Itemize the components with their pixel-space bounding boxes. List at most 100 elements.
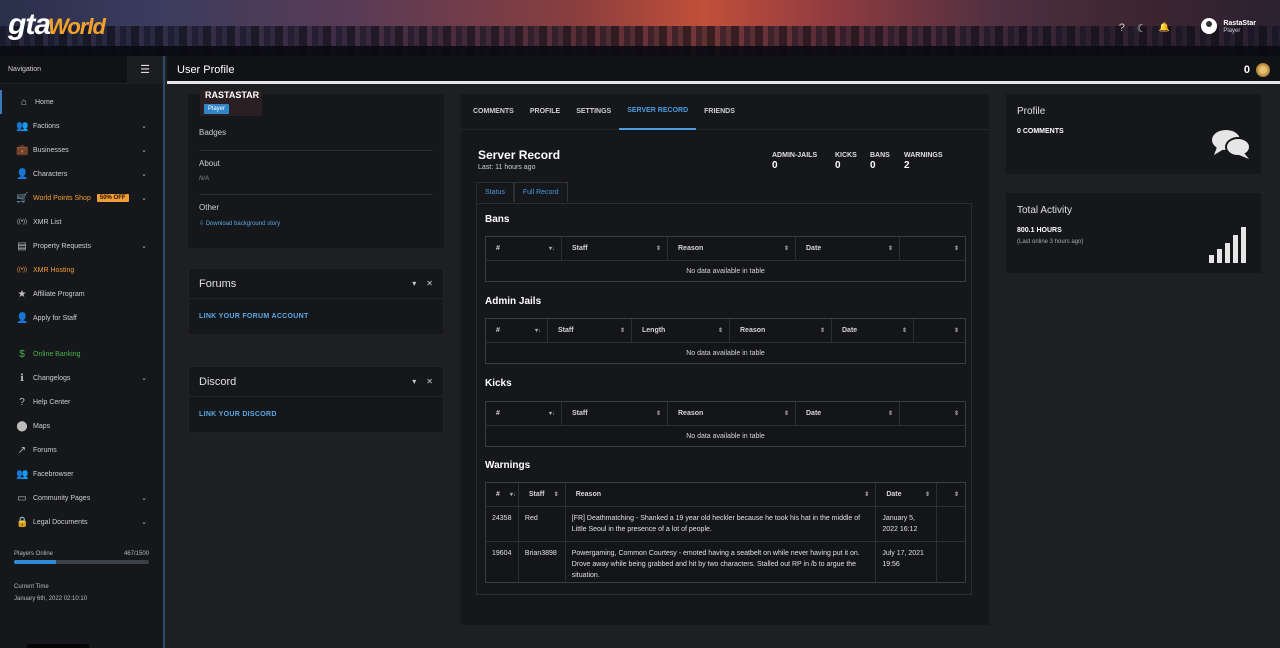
collapse-icon[interactable]: ▾ [412,279,416,288]
players-bar-fill [14,560,56,564]
download-link[interactable]: ⇩ Download background story [199,220,280,227]
tab-settings[interactable]: SETTINGS [568,94,619,130]
sidebar-item-factions[interactable]: 👥 Factions ⌄ [0,114,163,138]
chevron-down-icon: ⌄ [141,195,147,202]
download-icon: ⇩ [199,221,206,227]
sidebar-item-xmr-list[interactable]: ((•)) XMR List [0,210,163,234]
sidebar-item-home[interactable]: ⌂ Home [0,90,163,114]
col-id[interactable]: # ▾↓ [486,319,548,342]
subtab-status[interactable]: Status [476,182,514,202]
col-date[interactable]: Date ⇕ [876,483,938,506]
sidebar-item-changelogs[interactable]: ℹ Changelogs ⌄ [0,366,163,390]
col-reason[interactable]: Reason ⇕ [730,319,832,342]
role-badge: Player [204,104,230,114]
empty-row: No data available in table [686,349,765,357]
server-record-last: Last: 11 hours ago [478,164,536,171]
sidebar-item-forums[interactable]: ↗ Forums [0,438,163,462]
tab-comments[interactable]: COMMENTS [465,94,522,130]
site-logo[interactable]: gtaWorld [8,8,106,42]
col-id[interactable]: # ▾↓ [486,402,562,425]
user-name: RastaStar [1223,19,1256,27]
widget-title: Forums [199,277,237,290]
sidebar-item-maps[interactable]: ⬤ Maps [0,414,163,438]
col-extra[interactable]: ⇕ [914,319,965,342]
sidebar-item-label: Community Pages [33,494,91,502]
col-extra[interactable]: ⇕ [900,402,965,425]
col-staff[interactable]: Staff ⇕ [562,237,668,260]
subtab-full-record[interactable]: Full Record [513,182,568,202]
col-extra[interactable]: ⇕ [900,237,965,260]
col-id[interactable]: # ▾↓ [486,237,562,260]
nav-icon: ((•)) [16,219,28,225]
moon-icon[interactable]: ☾ [1137,22,1147,35]
nav-icon: 🛒 [16,192,29,204]
sidebar-item-online-banking[interactable]: $ Online Banking [0,342,163,366]
page-title: User Profile [177,64,235,76]
col-staff[interactable]: Staff ⇕ [519,483,566,506]
sidebar-item-xmr-hosting[interactable]: ((•)) XMR Hosting [0,258,163,282]
hamburger-icon[interactable]: ☰ [127,55,163,84]
medal-icon [1256,63,1270,77]
points-value: 0 [1243,64,1250,76]
full-record-panel: Bans # ▾↓ Staff ⇕ Reason ⇕ Date ⇕ ⇕ No data … [476,203,972,595]
stat-value: 2 [904,160,910,171]
sidebar-item-world-points-shop[interactable]: 🛒 World Points Shop 50% OFF ⌄ [0,186,163,210]
sidebar-item-help-center[interactable]: ? Help Center [0,390,163,414]
col-length[interactable]: Length ⇕ [632,319,730,342]
page-bar: User Profile 0 [167,56,1280,84]
server-record-title: Server Record [478,148,561,162]
user-menu[interactable]: RastaStar Player [1201,18,1256,34]
nav-header: Navigation ☰ [0,55,163,84]
sidebar-item-property-requests[interactable]: ▤ Property Requests ⌄ [0,234,163,258]
close-icon[interactable]: ✕ [426,279,433,288]
chevron-down-icon: ⌄ [141,147,147,154]
col-date[interactable]: Date ⇕ [796,402,900,425]
sidebar-item-community-pages[interactable]: ▭ Community Pages ⌄ [0,486,163,510]
sidebar-item-businesses[interactable]: 💼 Businesses ⌄ [0,138,163,162]
sidebar-item-label: Home [35,98,54,106]
tab-server-record[interactable]: SERVER RECORD [619,94,697,130]
link-forum-button[interactable]: LINK YOUR FORUM ACCOUNT [189,299,443,334]
kicks-table: # ▾↓ Staff ⇕ Reason ⇕ Date ⇕ ⇕ No data avail… [485,401,966,447]
cell-date: January 5, 2022 16:12 [876,507,938,541]
col-staff[interactable]: Staff ⇕ [548,319,632,342]
tab-profile[interactable]: PROFILE [522,94,568,130]
nav-icon: ((•)) [16,267,28,273]
nav-icon: ⬤ [16,420,28,432]
col-id[interactable]: # ▾↓ [486,483,519,506]
sidebar-item-facebrowser[interactable]: 👥 Facebrowser [0,462,163,486]
bell-icon[interactable]: 🔔 [1159,22,1170,35]
comments-icon [1212,130,1251,159]
cell-date: July 17, 2021 19:56 [876,542,938,582]
current-time: Current Time January 6th, 2022 02:10:10 [14,581,87,605]
col-date[interactable]: Date ⇕ [796,237,900,260]
stat-bans: BANS 0 [870,152,904,171]
nav-icon: 👥 [16,120,29,132]
col-reason[interactable]: Reason ⇕ [566,483,877,506]
nav-icon: 👥 [16,468,29,480]
col-staff[interactable]: Staff ⇕ [562,402,668,425]
help-icon[interactable]: ? [1119,22,1125,35]
col-reason[interactable]: Reason ⇕ [668,402,796,425]
stat-admin-jails: ADMIN-JAILS 0 [772,152,835,171]
collapse-icon[interactable]: ▾ [412,377,416,386]
kicks-heading: Kicks [485,378,512,389]
sidebar-item-apply-for-staff[interactable]: 👤 Apply for Staff [0,306,163,330]
link-discord-button[interactable]: LINK YOUR DISCORD [189,397,443,432]
divider [199,150,433,151]
col-extra[interactable]: ⇕ [937,483,965,506]
col-reason[interactable]: Reason ⇕ [668,237,796,260]
sidebar-item-legal-documents[interactable]: 🔒 Legal Documents ⌄ [0,510,163,534]
about-value: N/A [199,176,210,182]
players-online: Players Online 467/1500 [14,551,149,564]
sidebar-item-label: Help Center [33,398,71,406]
close-icon[interactable]: ✕ [426,377,433,386]
tab-friends[interactable]: FRIENDS [696,94,743,130]
profile-card: RASTASTAR Player Badges About N/A Other … [188,90,444,248]
table-header: # ▾↓ Staff ⇕ Reason ⇕ Date ⇕ ⇕ [486,237,965,261]
sidebar-item-label: Changelogs [33,374,71,382]
sidebar-item-characters[interactable]: 👤 Characters ⌄ [0,162,163,186]
sidebar-item-affiliate-program[interactable]: ★ Affiliate Program [0,282,163,306]
points-display[interactable]: 0 [1244,63,1270,77]
col-date[interactable]: Date ⇕ [832,319,914,342]
